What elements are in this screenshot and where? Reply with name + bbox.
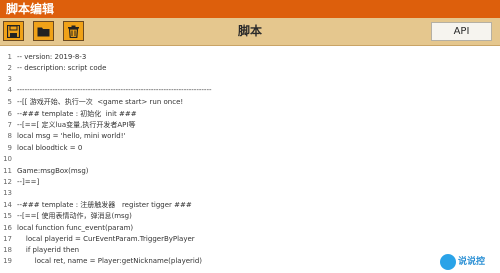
line-number: 7	[7, 121, 12, 129]
code-text[interactable]: local msg = 'hello, mini world!'	[17, 131, 125, 142]
trash-icon	[68, 25, 79, 38]
code-line[interactable]: 14 --### template : 注册触发器 register tigger…	[0, 200, 500, 211]
api-button[interactable]: API	[431, 22, 492, 41]
code-line[interactable]: 5 --[[ 游戏开始、执行一次 <game start> run once!	[0, 97, 500, 108]
line-number: 19	[3, 257, 12, 265]
line-number: 8	[7, 132, 12, 140]
code-line[interactable]: 17 local playerid = CurEventParam.Trigge…	[0, 234, 500, 245]
code-line[interactable]: 16 local function func_event(param)	[0, 223, 500, 234]
code-text[interactable]: ----------------------------------------…	[17, 85, 212, 96]
code-text[interactable]: Game:msgBox(msg)	[17, 166, 89, 177]
code-line[interactable]: 9 local bloodtick = 0	[0, 143, 500, 154]
code-line[interactable]: 19 local ret, name = Player:getNickname(…	[0, 256, 500, 267]
save-button[interactable]	[3, 21, 24, 41]
watermark: 说说控	[440, 253, 496, 271]
line-number: 1	[7, 53, 12, 61]
line-number: 3	[7, 75, 12, 83]
code-line[interactable]: 12 --]==]	[0, 177, 500, 188]
watermark-logo-icon	[440, 254, 456, 270]
code-text[interactable]: --]==]	[17, 177, 39, 188]
code-text[interactable]: -- version: 2019-8-3	[17, 52, 86, 63]
window-title: 脚本编辑	[6, 2, 55, 16]
code-line[interactable]: 3	[0, 74, 500, 85]
code-line[interactable]: 15 --[==[ 使用表情动作，弹消息(msg)	[0, 211, 500, 222]
code-line[interactable]: 4 ---------------------------------------…	[0, 85, 500, 96]
line-number: 14	[3, 201, 12, 209]
code-line[interactable]: 18 if playerid then	[0, 245, 500, 256]
line-number: 12	[3, 178, 12, 186]
line-number: 10	[3, 155, 12, 163]
line-number: 18	[3, 246, 12, 254]
code-text[interactable]: --[[ 游戏开始、执行一次 <game start> run once!	[17, 97, 183, 108]
folder-icon	[37, 27, 50, 37]
code-line[interactable]: 6 --### template : 初始化 init ###	[0, 109, 500, 120]
code-text[interactable]: --### template : 初始化 init ###	[17, 109, 137, 120]
code-text[interactable]: local bloodtick = 0	[17, 143, 82, 154]
script-name: 脚本	[237, 24, 262, 38]
line-number: 11	[3, 167, 12, 175]
code-text[interactable]: --[==[ 使用表情动作，弹消息(msg)	[17, 211, 132, 222]
line-number: 2	[7, 64, 12, 72]
code-text[interactable]: --### template : 注册触发器 register tigger #…	[17, 200, 192, 211]
line-number: 6	[7, 110, 12, 118]
code-text[interactable]: if playerid then	[17, 245, 79, 256]
code-text[interactable]: local playerid = CurEventParam.TriggerBy…	[17, 234, 195, 245]
code-line[interactable]: 2 -- description: script code	[0, 63, 500, 74]
line-number: 15	[3, 212, 12, 220]
code-line[interactable]: 10	[0, 154, 500, 165]
line-number: 4	[7, 86, 12, 94]
save-icon	[7, 25, 20, 38]
code-line[interactable]: 13	[0, 188, 500, 199]
code-line[interactable]: 7 --[==[ 定义lua变量,执行开发者API等	[0, 120, 500, 131]
toolbar: 脚本 API	[0, 18, 500, 46]
line-number: 17	[3, 235, 12, 243]
code-text[interactable]: -- description: script code	[17, 63, 106, 74]
title-bar: 脚本编辑	[0, 0, 500, 18]
delete-button[interactable]	[63, 21, 84, 41]
open-button[interactable]	[33, 21, 54, 41]
code-line[interactable]: 8 local msg = 'hello, mini world!'	[0, 131, 500, 142]
code-line[interactable]: 11 Game:msgBox(msg)	[0, 166, 500, 177]
line-number: 13	[3, 189, 12, 197]
line-number: 5	[7, 98, 12, 106]
code-editor[interactable]: 1 -- version: 2019-8-3 2 -- description: sc…	[0, 46, 500, 273]
line-number: 16	[3, 224, 12, 232]
line-number: 9	[7, 144, 12, 152]
code-line[interactable]: 1 -- version: 2019-8-3	[0, 52, 500, 63]
watermark-text: 说说控	[458, 257, 486, 267]
code-text[interactable]: local function func_event(param)	[17, 223, 133, 234]
code-text[interactable]: local ret, name = Player:getNickname(pla…	[17, 256, 202, 267]
code-text[interactable]: --[==[ 定义lua变量,执行开发者API等	[17, 120, 135, 131]
